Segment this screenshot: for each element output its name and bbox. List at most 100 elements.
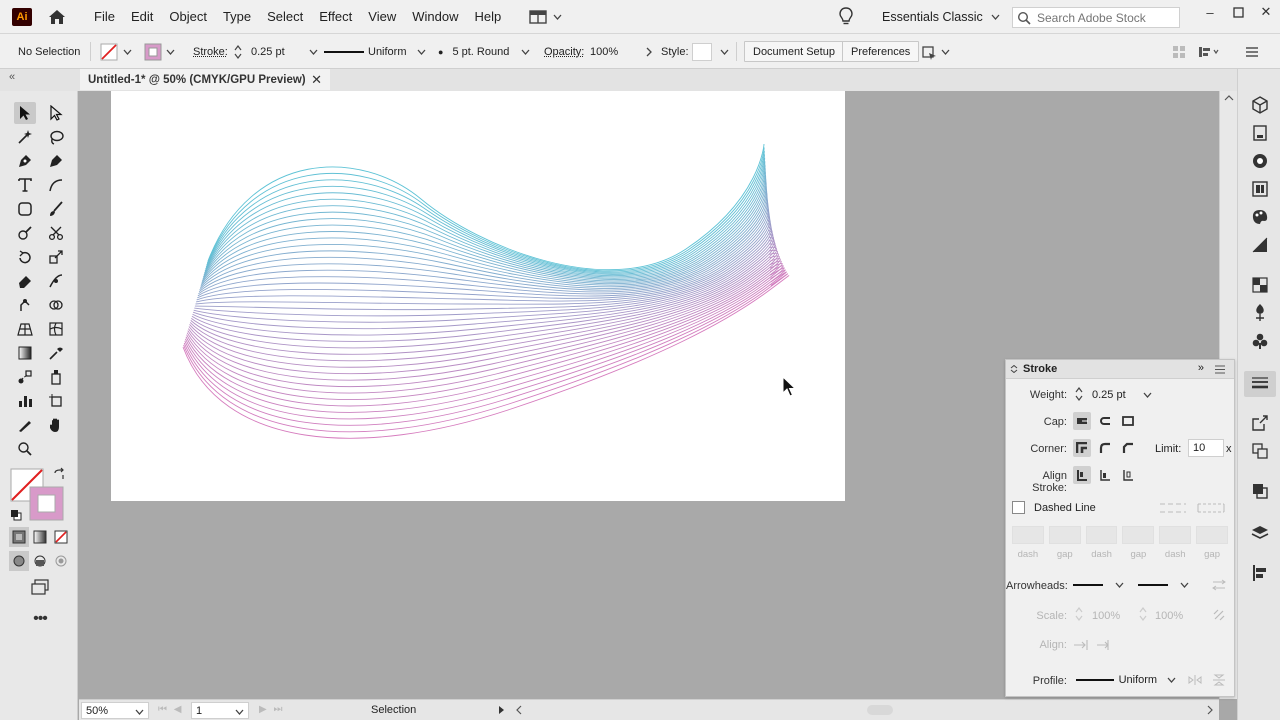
opacity-field[interactable]: 100% — [590, 34, 653, 69]
opacity-label[interactable]: Opacity: — [544, 34, 584, 69]
puppet-warp-tool-icon[interactable] — [14, 294, 36, 316]
arrow-tip-beyond-icon[interactable] — [1073, 639, 1089, 651]
close-tab-icon[interactable]: ✕ — [311, 72, 322, 88]
scale-end-value[interactable]: 100% — [1155, 610, 1183, 622]
pen-tool-icon[interactable] — [14, 150, 36, 172]
stroke-color-picker[interactable] — [99, 34, 132, 69]
menu-effect[interactable]: Effect — [311, 0, 360, 34]
chevron-down-icon[interactable] — [309, 49, 318, 55]
blend-tool-icon[interactable] — [14, 366, 36, 388]
lasso-tool-icon[interactable] — [45, 126, 67, 148]
scroll-right-icon[interactable] — [1207, 705, 1214, 715]
menu-select[interactable]: Select — [259, 0, 311, 34]
scroll-up-icon[interactable] — [1224, 94, 1234, 101]
align-dash-corners-icon[interactable] — [1196, 502, 1226, 514]
gap-field[interactable] — [1122, 526, 1155, 544]
dashed-line-checkbox[interactable] — [1012, 501, 1025, 514]
line-segment-tool-icon[interactable] — [45, 174, 67, 196]
scale-stepper-icon[interactable] — [1138, 606, 1148, 622]
arrange-documents-button[interactable] — [529, 9, 562, 24]
width-tool-icon[interactable] — [45, 270, 67, 292]
home-icon[interactable] — [46, 6, 68, 28]
dash-field[interactable] — [1159, 526, 1192, 544]
color-icon[interactable] — [1250, 151, 1270, 171]
end-arrowhead-select[interactable] — [1138, 576, 1190, 594]
swatches-icon[interactable] — [1250, 207, 1270, 227]
align-stroke-inside-icon[interactable] — [1096, 466, 1114, 484]
round-join-icon[interactable] — [1096, 439, 1114, 457]
quick-actions[interactable] — [920, 34, 950, 69]
draw-normal-icon[interactable] — [9, 551, 29, 571]
minimize-icon[interactable]: – — [1196, 0, 1224, 24]
rotate-tool-icon[interactable] — [14, 246, 36, 268]
transparency-icon[interactable] — [1250, 275, 1270, 295]
menu-window[interactable]: Window — [404, 0, 466, 34]
menu-object[interactable]: Object — [161, 0, 215, 34]
close-window-icon[interactable]: ✕ — [1252, 0, 1280, 24]
document-setup-button[interactable]: Document Setup — [744, 41, 844, 62]
brushes-icon[interactable] — [1250, 303, 1270, 323]
arrow-tip-at-end-icon[interactable] — [1096, 639, 1112, 651]
panel-menu-icon[interactable] — [1214, 365, 1226, 374]
limit-field[interactable]: 10 — [1188, 439, 1224, 457]
scissors-tool-icon[interactable] — [45, 222, 67, 244]
maximize-icon[interactable] — [1224, 0, 1252, 24]
artboard-number-field[interactable]: 1 — [191, 702, 249, 719]
default-colors-icon[interactable] — [9, 508, 23, 522]
dash-field[interactable] — [1085, 526, 1118, 544]
selection-tool-icon[interactable] — [14, 102, 36, 124]
weight-value[interactable]: 0.25 pt — [1092, 389, 1126, 401]
miter-join-icon[interactable] — [1073, 439, 1091, 457]
stroke-panel-header[interactable]: Stroke » — [1006, 360, 1234, 379]
eyedropper-tool-icon[interactable] — [45, 342, 67, 364]
menu-file[interactable]: File — [86, 0, 123, 34]
none-mode-icon[interactable] — [51, 527, 71, 547]
stroke-weight-field[interactable]: 0.25 pt — [233, 34, 318, 69]
layers-icon[interactable] — [1250, 523, 1270, 543]
gradient-tool-icon[interactable] — [14, 342, 36, 364]
preserve-dash-icon[interactable] — [1158, 502, 1188, 514]
chevron-down-icon[interactable] — [1143, 392, 1152, 398]
shaper-tool-icon[interactable] — [14, 222, 36, 244]
hand-tool-icon[interactable] — [45, 414, 67, 436]
butt-cap-icon[interactable] — [1073, 412, 1091, 430]
screen-mode-icon[interactable] — [28, 577, 52, 597]
menu-edit[interactable]: Edit — [123, 0, 161, 34]
variable-width-profile[interactable]: Uniform — [324, 34, 426, 69]
link-scale-icon[interactable] — [1212, 608, 1226, 622]
stepper-icon[interactable] — [233, 44, 243, 60]
zoom-tool-icon[interactable] — [14, 438, 36, 460]
export-icon[interactable] — [1250, 413, 1270, 433]
stroke-panel-icon[interactable] — [1244, 371, 1276, 397]
flip-across-icon[interactable] — [1212, 674, 1226, 686]
rectangle-tool-icon[interactable] — [14, 198, 36, 220]
gradient-mode-icon[interactable] — [30, 527, 50, 547]
gradient-icon[interactable] — [1250, 235, 1270, 255]
menu-help[interactable]: Help — [466, 0, 509, 34]
align-icon[interactable] — [1250, 563, 1270, 583]
stroke-label[interactable]: Stroke: — [193, 34, 228, 69]
draw-inside-icon[interactable] — [51, 551, 71, 571]
scroll-left-icon[interactable] — [515, 705, 522, 715]
artboards-icon[interactable] — [1250, 441, 1270, 461]
collapse-tools-icon[interactable]: « — [9, 71, 15, 83]
round-cap-icon[interactable] — [1096, 412, 1114, 430]
swap-fill-stroke-icon[interactable] — [52, 467, 66, 481]
align-options-icon[interactable] — [1198, 34, 1220, 69]
edit-toolbar-icon[interactable]: ••• — [28, 609, 52, 629]
symbol-sprayer-tool-icon[interactable] — [45, 366, 67, 388]
perspective-grid-tool-icon[interactable] — [14, 318, 36, 340]
gap-field[interactable] — [1196, 526, 1228, 544]
swap-arrowheads-icon[interactable] — [1212, 579, 1226, 591]
search-input[interactable] — [1037, 10, 1177, 25]
graphic-style-picker[interactable] — [692, 34, 729, 69]
weight-stepper-icon[interactable] — [1074, 386, 1084, 402]
properties-icon[interactable] — [1250, 123, 1270, 143]
horizontal-scroll-thumb[interactable] — [867, 705, 893, 715]
scale-tool-icon[interactable] — [45, 246, 67, 268]
mesh-tool-icon[interactable] — [45, 318, 67, 340]
menu-view[interactable]: View — [360, 0, 404, 34]
adobe-stock-search[interactable] — [1012, 7, 1180, 28]
artboard-nav-prev-icon[interactable]: ⏮ ◀ — [158, 704, 183, 715]
panel-menu-icon[interactable] — [1245, 34, 1259, 69]
